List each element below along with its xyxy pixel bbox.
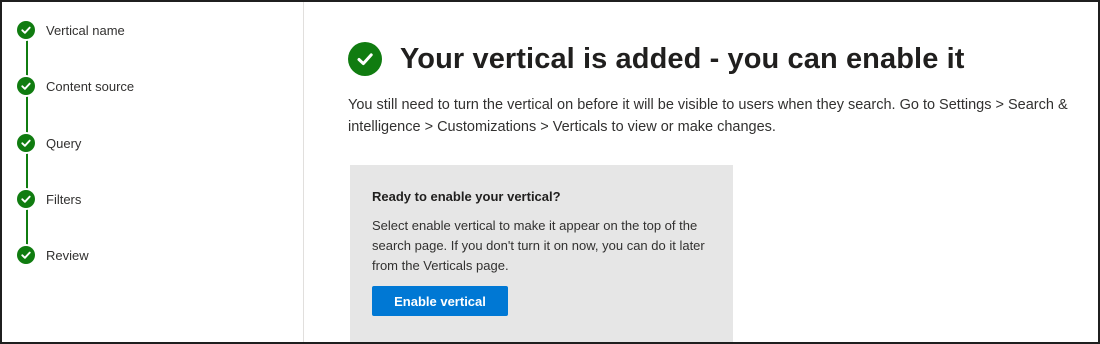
step-complete-check-icon [17, 190, 35, 208]
step-label: Query [46, 135, 82, 151]
step-label: Review [46, 247, 89, 263]
step-label: Filters [46, 191, 82, 207]
step-complete-check-icon [17, 134, 35, 152]
step-review[interactable]: Review [17, 244, 89, 266]
step-complete-check-icon [17, 246, 35, 264]
success-check-icon [348, 42, 382, 76]
step-query[interactable]: Query [17, 132, 81, 154]
step-complete-check-icon [17, 21, 35, 39]
confirmation-panel: Your vertical is added - you can enable … [348, 2, 1098, 342]
step-label: Content source [46, 78, 135, 94]
success-header: Your vertical is added - you can enable … [348, 42, 965, 76]
wizard-window: Vertical name Content source Query Filte… [0, 0, 1100, 344]
card-description: Select enable vertical to make it appear… [372, 218, 705, 273]
page-description: You still need to turn the vertical on b… [348, 97, 1068, 135]
step-complete-check-icon [17, 77, 35, 95]
enable-vertical-card: Ready to enable your vertical? Select en… [350, 165, 733, 342]
step-vertical-name[interactable]: Vertical name [17, 19, 125, 41]
card-title: Ready to enable your vertical? [372, 189, 561, 204]
step-label: Vertical name [46, 22, 125, 38]
wizard-steps-sidebar: Vertical name Content source Query Filte… [2, 2, 304, 342]
enable-vertical-button[interactable]: Enable vertical [372, 286, 508, 316]
step-filters[interactable]: Filters [17, 188, 81, 210]
page-title: Your vertical is added - you can enable … [400, 42, 965, 75]
step-content-source[interactable]: Content source [17, 75, 134, 97]
